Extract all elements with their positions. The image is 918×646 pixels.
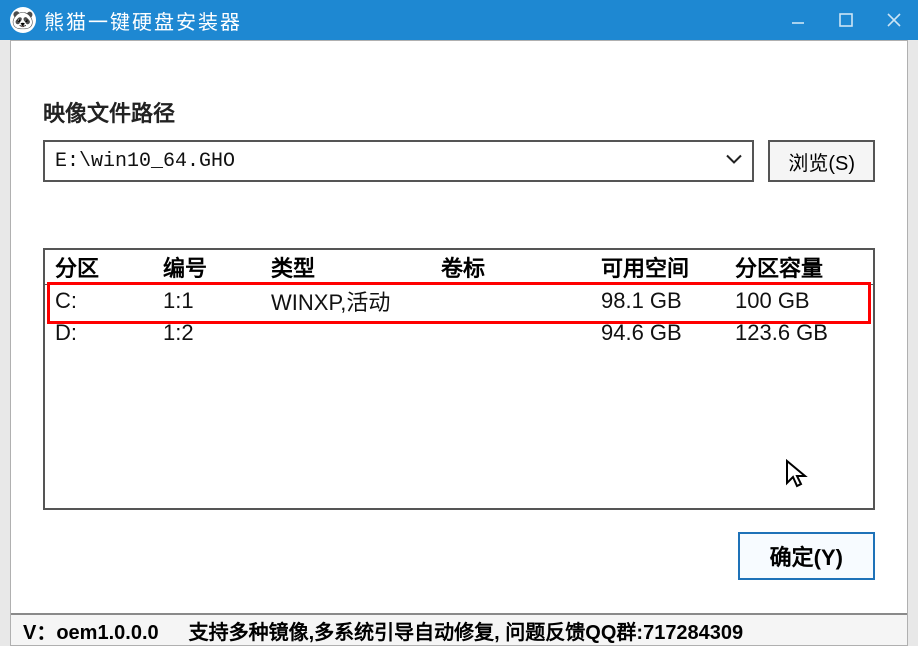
confirm-button[interactable]: 确定(Y) <box>738 532 875 580</box>
app-icon: 🐼 <box>10 7 36 33</box>
table-row[interactable]: C:1:1WINXP,活动 98.1 GB100 GB <box>45 285 873 317</box>
maximize-button[interactable] <box>822 0 870 40</box>
table-row[interactable]: D:1:2 94.6 GB123.6 GB <box>45 317 873 349</box>
partition-table-header: 分区编号类型卷标可用空间分区容量 <box>45 250 873 285</box>
minimize-button[interactable] <box>774 0 822 40</box>
cell-total: 100 GB <box>735 288 875 314</box>
footer-note: 支持多种镜像,多系统引导自动修复, 问题反馈QQ群:717284309 <box>189 616 744 645</box>
browse-button[interactable]: 浏览(S) <box>768 140 875 182</box>
column-header[interactable]: 分区容量 <box>735 251 875 283</box>
cell-drive: C: <box>55 288 163 314</box>
close-button[interactable] <box>870 0 918 40</box>
cell-type: WINXP,活动 <box>271 285 441 317</box>
partition-table: 分区编号类型卷标可用空间分区容量 C:1:1WINXP,活动 98.1 GB100… <box>43 248 875 510</box>
column-header[interactable]: 卷标 <box>441 251 601 283</box>
column-header[interactable]: 可用空间 <box>601 251 735 283</box>
app-title: 熊猫一键硬盘安装器 <box>44 6 242 35</box>
cell-drive: D: <box>55 320 163 346</box>
cell-index: 1:2 <box>163 320 271 346</box>
title-bar: 🐼 熊猫一键硬盘安装器 <box>0 0 918 40</box>
image-path-label: 映像文件路径 <box>43 96 875 128</box>
column-header[interactable]: 分区 <box>55 251 163 283</box>
cell-free: 98.1 GB <box>601 288 735 314</box>
dropdown-icon[interactable] <box>724 150 744 173</box>
version-label: V：oem1.0.0.0 <box>23 616 159 645</box>
column-header[interactable]: 类型 <box>271 251 441 283</box>
cell-free: 94.6 GB <box>601 320 735 346</box>
cell-index: 1:1 <box>163 288 271 314</box>
image-path-input[interactable]: E:\win10_64.GHO <box>43 140 754 182</box>
cell-total: 123.6 GB <box>735 320 875 346</box>
client-area: 映像文件路径 E:\win10_64.GHO 浏览(S) 分区编号类型卷标可用空… <box>10 40 908 646</box>
status-bar: V：oem1.0.0.0 支持多种镜像,多系统引导自动修复, 问题反馈QQ群:7… <box>11 613 907 645</box>
image-path-value: E:\win10_64.GHO <box>55 150 235 173</box>
column-header[interactable]: 编号 <box>163 251 271 283</box>
